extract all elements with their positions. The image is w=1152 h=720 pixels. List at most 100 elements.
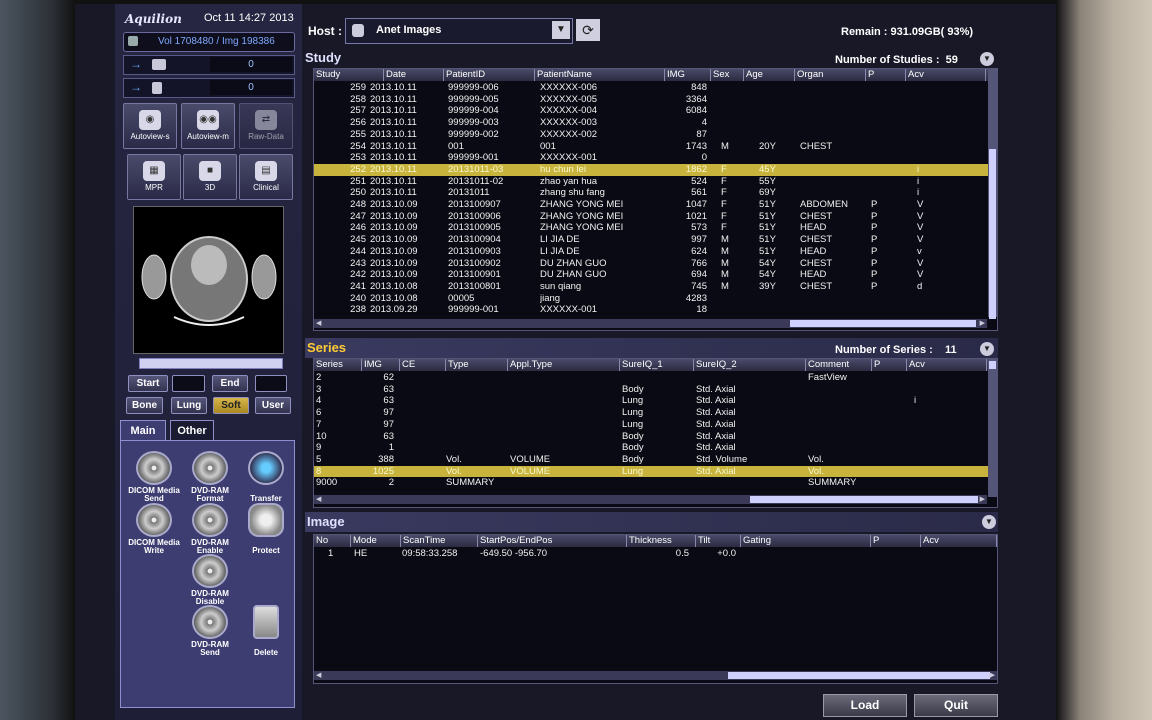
window-lung-button[interactable]: Lung — [171, 397, 207, 414]
table-row[interactable]: 256 2013.10.11 999999-003 XXXXXX-003 4 — [314, 117, 997, 129]
column-header[interactable]: PatientName — [535, 69, 665, 81]
load-button[interactable]: Load — [823, 694, 907, 717]
column-header[interactable]: Type — [446, 359, 508, 371]
image-table[interactable]: No Mode ScanTime StartPos/EndPos Thickness Ti… — [313, 534, 998, 684]
column-header[interactable]: P — [866, 69, 906, 81]
quit-button[interactable]: Quit — [914, 694, 998, 717]
table-row[interactable]: 3 63 Body Std. Axial — [314, 384, 997, 396]
preview-slider[interactable] — [139, 358, 283, 369]
table-row[interactable]: 244 2013.10.09 2013100903 LI JIA DE 624 M 51Y H… — [314, 246, 997, 258]
scrollbar-thumb[interactable] — [989, 361, 996, 369]
table-row[interactable]: 8 1025 Vol. VOLUME Lung Std. Axial Vol. — [314, 465, 997, 478]
column-header[interactable]: Acv — [906, 69, 986, 81]
scroll-right-arrow-icon[interactable]: ▶ — [980, 319, 985, 328]
dicom-media-send-button[interactable]: DICOM Media Send — [127, 451, 181, 503]
vertical-scrollbar[interactable] — [988, 69, 997, 319]
table-row[interactable]: 4 63 Lung Std. Axial i — [314, 395, 997, 407]
print-queue[interactable]: → 0 — [123, 55, 295, 75]
protect-button[interactable]: Protect — [239, 503, 293, 555]
scroll-right-arrow-icon[interactable]: ▶ — [990, 671, 995, 680]
autoview-s-button[interactable]: ◉ Autoview-s — [123, 103, 177, 149]
scroll-left-arrow-icon[interactable]: ◀ — [316, 671, 321, 680]
table-row[interactable]: 248 2013.10.09 2013100907 ZHANG YONG MEI 104… — [314, 199, 997, 211]
column-header[interactable]: Series — [314, 359, 362, 371]
dicom-media-write-button[interactable]: DICOM Media Write — [127, 503, 181, 555]
horizontal-scrollbar[interactable]: ◀ ▶ — [314, 495, 987, 504]
table-row[interactable]: 9 1 Body Std. Axial — [314, 442, 997, 454]
chevron-down-icon[interactable]: ▼ — [552, 21, 570, 39]
window-user-button[interactable]: User — [255, 397, 291, 414]
dvd-ram-format-button[interactable]: DVD-RAM Format — [183, 451, 237, 503]
table-row[interactable]: 254 2013.10.11 001 001 1743 M 20Y CHEST — [314, 141, 997, 153]
table-row[interactable]: 9000 2 SUMMARY SUMMARY — [314, 477, 997, 489]
column-header[interactable]: Gating — [741, 535, 871, 547]
table-row[interactable]: 252 2013.10.11 20131011-03 hu chun lei 1862 F… — [314, 163, 997, 176]
column-header[interactable]: IMG — [665, 69, 711, 81]
table-row[interactable]: 257 2013.10.11 999999-004 XXXXXX-004 6084 — [314, 105, 997, 117]
table-row[interactable]: 258 2013.10.11 999999-005 XXXXXX-005 3364 — [314, 94, 997, 106]
column-header[interactable]: StartPos/EndPos — [478, 535, 627, 547]
table-row[interactable]: 240 2013.10.08 00005 jiang 4283 — [314, 293, 997, 305]
scroll-left-arrow-icon[interactable]: ◀ — [316, 319, 321, 328]
column-header[interactable]: PatientID — [444, 69, 535, 81]
column-header[interactable]: SureIQ_1 — [620, 359, 694, 371]
series-menu-button[interactable]: ▼ — [980, 342, 994, 356]
column-header[interactable]: IMG — [362, 359, 400, 371]
image-menu-button[interactable]: ▼ — [982, 515, 996, 529]
column-header[interactable]: P — [871, 535, 921, 547]
table-row[interactable]: 238 2013.09.29 999999-001 XXXXXX-001 18 — [314, 304, 997, 316]
mpr-button[interactable]: ▦ MPR — [127, 154, 181, 200]
table-row[interactable]: 6 97 Lung Std. Axial — [314, 407, 997, 419]
table-row[interactable]: 5 388 Vol. VOLUME Body Std. Volume Vol. — [314, 454, 997, 466]
column-header[interactable]: Appl.Type — [508, 359, 620, 371]
vertical-scrollbar[interactable] — [988, 359, 997, 497]
column-header[interactable]: Sex — [711, 69, 744, 81]
scrollbar-thumb[interactable] — [728, 672, 990, 679]
window-soft-button[interactable]: Soft — [213, 397, 249, 414]
study-menu-button[interactable]: ▼ — [980, 52, 994, 66]
column-header[interactable]: Study — [314, 69, 384, 81]
column-header[interactable]: Age — [744, 69, 795, 81]
scrollbar-thumb[interactable] — [989, 149, 996, 319]
table-row[interactable]: 7 97 Lung Std. Axial — [314, 419, 997, 431]
horizontal-scrollbar[interactable]: ◀ ▶ — [314, 671, 997, 680]
column-header[interactable]: SureIQ_2 — [694, 359, 806, 371]
column-header[interactable]: Date — [384, 69, 444, 81]
table-row[interactable]: 2 62 FastView — [314, 372, 997, 384]
3d-button[interactable]: ■ 3D — [183, 154, 237, 200]
window-bone-button[interactable]: Bone — [126, 397, 163, 414]
clinical-button[interactable]: ▤ Clinical — [239, 154, 293, 200]
scrollbar-thumb[interactable] — [750, 496, 978, 503]
table-row[interactable]: 245 2013.10.09 2013100904 LI JIA DE 997 M 51Y C… — [314, 234, 997, 246]
end-button[interactable]: End — [212, 375, 248, 392]
horizontal-scrollbar[interactable]: ◀ ▶ — [314, 319, 987, 328]
scroll-left-arrow-icon[interactable]: ◀ — [316, 495, 321, 504]
dvd-ram-send-button[interactable]: DVD-RAM Send — [183, 605, 237, 657]
table-row[interactable]: 241 2013.10.08 2013100801 sun qiang 745 M 39Y C… — [314, 281, 997, 293]
table-row[interactable]: 247 2013.10.09 2013100906 ZHANG YONG MEI 102… — [314, 211, 997, 223]
scroll-right-arrow-icon[interactable]: ▶ — [980, 495, 985, 504]
column-header[interactable]: Organ — [795, 69, 866, 81]
table-row[interactable]: 243 2013.10.09 2013100902 DU ZHAN GUO 766 M 54… — [314, 258, 997, 270]
table-row[interactable]: 251 2013.10.11 20131011-02 zhao yan hua 524 F… — [314, 176, 997, 188]
transfer-button[interactable]: Transfer — [239, 451, 293, 503]
column-header[interactable]: Acv — [921, 535, 997, 547]
column-header[interactable]: Tilt — [696, 535, 741, 547]
dvd-ram-enable-button[interactable]: DVD-RAM Enable — [183, 503, 237, 555]
dvd-ram-disable-button[interactable]: DVD-RAM Disable — [183, 554, 237, 606]
table-row[interactable]: 246 2013.10.09 2013100905 ZHANG YONG MEI 573… — [314, 222, 997, 234]
transfer-queue[interactable]: → 0 — [123, 78, 295, 98]
table-row[interactable]: 10 63 Body Std. Axial — [314, 431, 997, 443]
table-row[interactable]: 259 2013.10.11 999999-006 XXXXXX-006 848 — [314, 82, 997, 94]
column-header[interactable]: Mode — [351, 535, 401, 547]
column-header[interactable]: Acv — [907, 359, 987, 371]
series-table[interactable]: Series IMG CE Type Appl.Type SureIQ_1 SureIQ_2… — [313, 358, 998, 508]
column-header[interactable]: No — [314, 535, 351, 547]
host-select[interactable]: Anet Images ▼ — [345, 18, 573, 44]
column-header[interactable]: Comment — [806, 359, 872, 371]
image-preview[interactable] — [133, 206, 284, 354]
refresh-button[interactable]: ⟳ — [576, 19, 600, 41]
column-header[interactable]: ScanTime — [401, 535, 478, 547]
column-header[interactable]: CE — [400, 359, 446, 371]
start-button[interactable]: Start — [128, 375, 168, 392]
